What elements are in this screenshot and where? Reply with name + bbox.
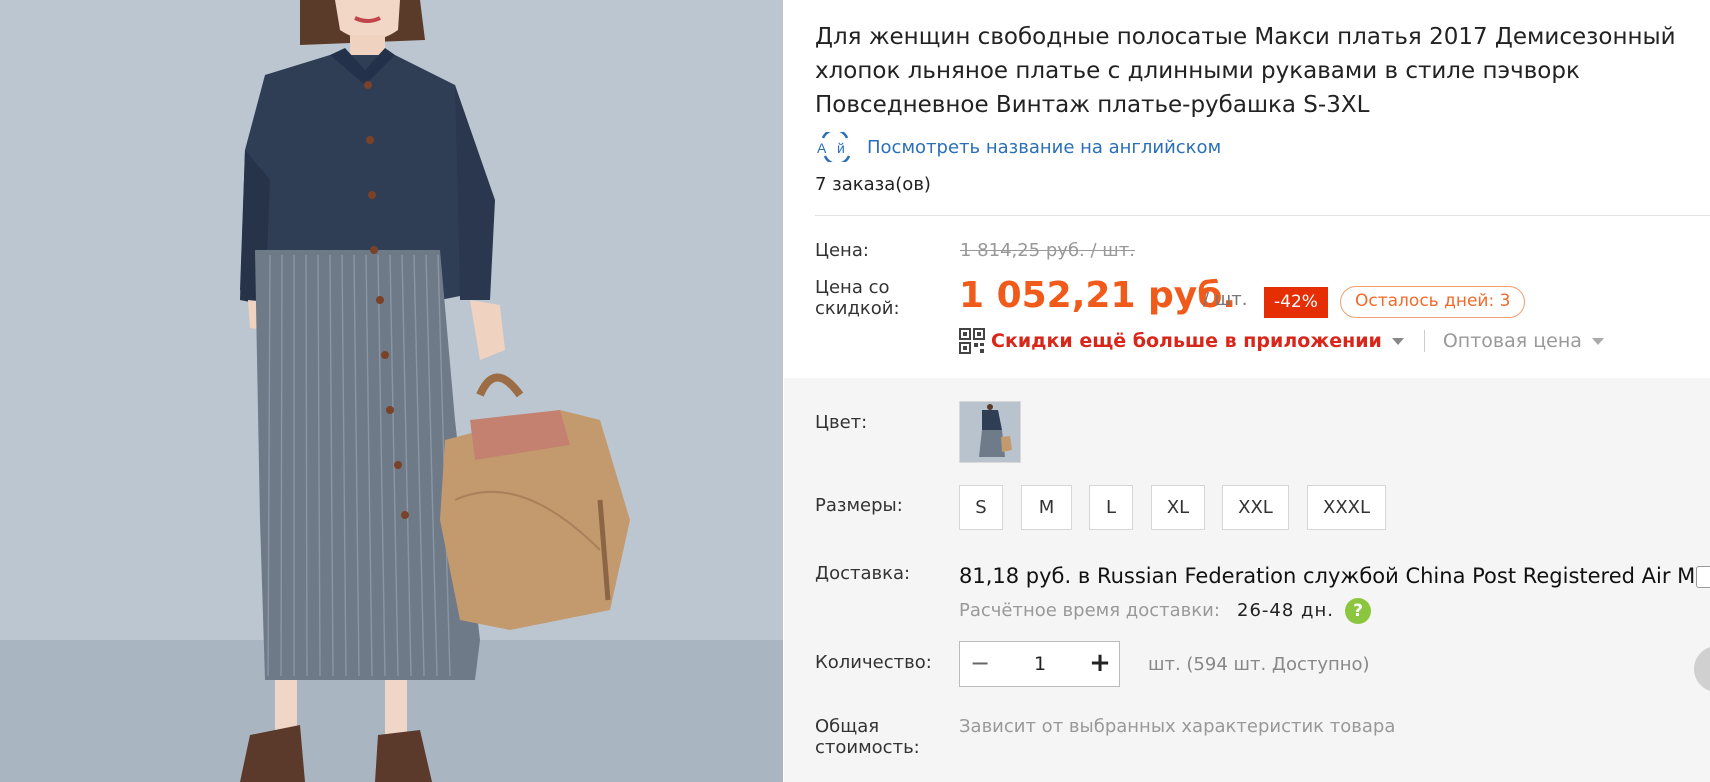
color-swatch[interactable] [959, 401, 1021, 463]
per-unit-label: / шт. [1203, 289, 1248, 310]
shipping-destination: Russian Federation [1096, 564, 1297, 588]
shipping-summary[interactable]: 81,18 руб. в Russian Federation службой … [959, 564, 1710, 588]
app-discount-row: Скидки ещё больше в приложении Оптовая ц… [959, 326, 1604, 356]
size-option-xxl[interactable]: XXL [1222, 485, 1289, 530]
original-price: 1 814,25 руб. / шт. [960, 240, 1135, 261]
size-option-m[interactable]: M [1021, 485, 1072, 530]
shipping-to-word: в [1077, 564, 1091, 588]
product-main-image[interactable] [0, 0, 783, 782]
quantity-stepper: − 1 + [959, 641, 1120, 687]
translate-link-label: Посмотреть название на английском [867, 136, 1222, 158]
sizes-label: Размеры: [815, 495, 903, 516]
qr-code-icon [959, 328, 985, 354]
help-icon[interactable]: ? [1345, 598, 1371, 624]
product-info-panel: Для женщин свободные полосатые Макси пла… [784, 0, 1710, 782]
wholesale-price-link[interactable]: Оптовая цена [1443, 330, 1582, 352]
decrease-quantity-button[interactable]: − [960, 642, 1000, 686]
size-option-xxxl[interactable]: XXXL [1307, 485, 1386, 530]
orders-count: 7 заказа(ов) [815, 174, 931, 195]
total-cost-label: Общая стоимость: [815, 716, 920, 758]
available-stock: шт. (594 шт. Доступно) [1148, 654, 1370, 675]
svg-text:й: й [837, 140, 845, 156]
delivery-time-label: Расчётное время доставки: [959, 600, 1220, 621]
days-left-badge: Осталось дней: 3 [1340, 286, 1526, 318]
divider [815, 215, 1710, 216]
svg-text:А: А [817, 140, 827, 156]
total-cost-value: Зависит от выбранных характеристик товар… [959, 716, 1396, 737]
increase-quantity-button[interactable]: + [1080, 642, 1120, 686]
product-title: Для женщин свободные полосатые Макси пла… [815, 24, 1676, 118]
quantity-input[interactable]: 1 [1000, 642, 1080, 686]
discount-price: 1 052,21 руб. [959, 275, 1237, 316]
shipping-cost: 81,18 руб. [959, 564, 1072, 588]
chevron-down-icon[interactable] [1591, 337, 1604, 345]
delivery-time-value: 26-48 дн. [1237, 600, 1334, 621]
price-label: Цена: [815, 240, 869, 261]
shipping-label: Доставка: [815, 563, 911, 584]
chevron-down-icon[interactable] [1391, 337, 1404, 345]
size-option-xl[interactable]: XL [1151, 485, 1205, 530]
discount-price-label: Цена со скидкой: [815, 277, 900, 319]
translate-icon: А й [817, 132, 851, 162]
shipping-carrier: China Post Registered Air Mail [1405, 564, 1710, 588]
size-option-s[interactable]: S [959, 485, 1003, 530]
size-option-l[interactable]: L [1089, 485, 1133, 530]
color-label: Цвет: [815, 412, 868, 433]
separator [1423, 330, 1425, 352]
translate-title-link[interactable]: А й Посмотреть название на английском [815, 132, 1221, 162]
quantity-label: Количество: [815, 652, 932, 673]
shipping-dropdown[interactable] [1696, 566, 1710, 588]
app-discount-link[interactable]: Скидки ещё больше в приложении [991, 330, 1382, 352]
discount-badge: -42% [1264, 287, 1328, 318]
shipping-service-word: службой [1303, 564, 1399, 588]
